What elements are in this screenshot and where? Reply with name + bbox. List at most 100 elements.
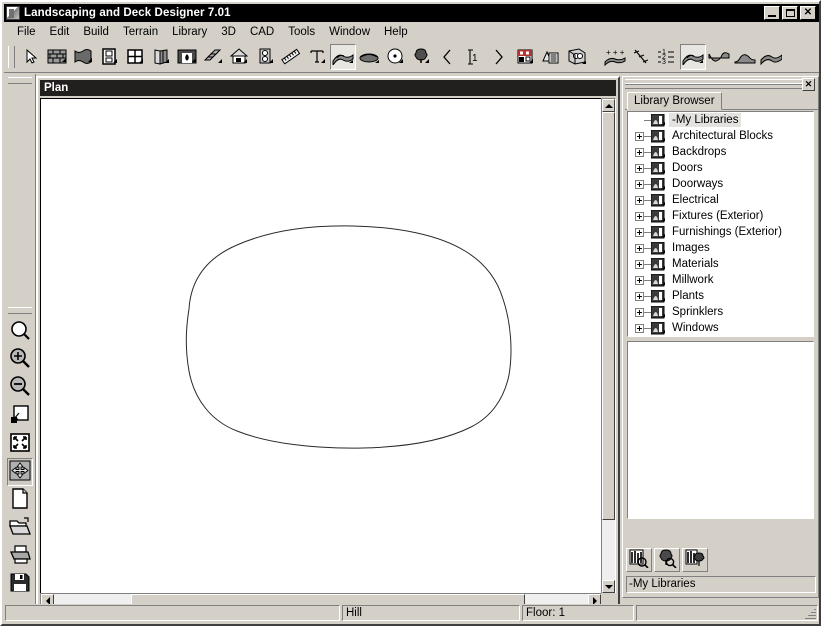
window-tool[interactable] <box>122 43 148 70</box>
expand-plus-icon[interactable] <box>635 227 644 237</box>
plant-finder-button[interactable] <box>654 548 680 572</box>
terrain-hill-tool[interactable] <box>732 43 758 70</box>
menu-item-terrain[interactable]: Terrain <box>116 24 165 40</box>
menu-item-help[interactable]: Help <box>377 24 415 40</box>
cross-section-button[interactable] <box>538 43 564 70</box>
tree-item-images[interactable]: Images <box>628 240 813 256</box>
select-tool[interactable] <box>18 43 44 70</box>
expand-plus-icon[interactable] <box>635 291 644 301</box>
tree-item-backdrops[interactable]: Backdrops <box>628 144 813 160</box>
pan-tool[interactable] <box>6 458 33 486</box>
library-preview-pane[interactable] <box>627 341 814 519</box>
expand-plus-icon[interactable] <box>635 131 644 141</box>
electrical-tool[interactable] <box>252 43 278 70</box>
terrain-ridge-tool[interactable] <box>758 43 784 70</box>
library-panel-grip[interactable] <box>625 79 802 89</box>
expand-plus-icon[interactable] <box>635 243 644 253</box>
railing-tool[interactable] <box>70 43 96 70</box>
left-toolbar-grip-top[interactable] <box>7 77 32 84</box>
door-tool[interactable] <box>96 43 122 70</box>
fill-window-tool[interactable] <box>6 402 33 430</box>
terrain-valley-tool[interactable] <box>706 43 732 70</box>
current-floor-button[interactable]: 1 <box>460 43 486 70</box>
menu-item-3d[interactable]: 3D <box>214 24 243 40</box>
zoom-out-tool[interactable] <box>6 374 33 402</box>
glass-house-button[interactable] <box>564 43 590 70</box>
zoom-in-tool[interactable] <box>6 346 33 374</box>
expand-plus-icon[interactable] <box>635 275 644 285</box>
tree-item-windows[interactable]: Windows <box>628 320 813 336</box>
expand-plus-icon[interactable] <box>635 147 644 157</box>
terrain-elevation-points-tool[interactable]: + + + <box>602 43 628 70</box>
expand-plus-icon[interactable] <box>635 307 644 317</box>
camera-view-button[interactable] <box>512 43 538 70</box>
elevation-region-tool[interactable]: 123 <box>654 43 680 70</box>
library-search-button[interactable] <box>626 548 652 572</box>
vertical-scroll-thumb[interactable] <box>602 112 615 520</box>
scroll-up-button[interactable] <box>602 99 615 112</box>
expand-plus-icon[interactable] <box>635 259 644 269</box>
dimension-tool[interactable] <box>278 43 304 70</box>
library-update-button[interactable] <box>682 548 708 572</box>
plan-canvas[interactable] <box>40 98 602 594</box>
plan-vertical-scrollbar[interactable] <box>601 98 616 594</box>
tree-item-fixtures-exterior[interactable]: Fixtures (Exterior) <box>628 208 813 224</box>
resize-grip-icon[interactable] <box>804 607 816 619</box>
tree-item-electrical[interactable]: Electrical <box>628 192 813 208</box>
app-document-icon <box>6 6 20 20</box>
elevation-line-tool[interactable] <box>628 43 654 70</box>
tree-item-millwork[interactable]: Millwork <box>628 272 813 288</box>
next-floor-button[interactable] <box>486 43 512 70</box>
plant-circle-tool[interactable] <box>382 43 408 70</box>
expand-plus-icon[interactable] <box>635 179 644 189</box>
scroll-down-button[interactable] <box>602 580 615 593</box>
zoom-tool[interactable] <box>6 318 33 346</box>
tree-icon <box>412 47 430 66</box>
tree-item-my-libraries[interactable]: -My Libraries <box>628 112 813 128</box>
plant-tool[interactable] <box>408 43 434 70</box>
maximize-button[interactable] <box>782 6 798 20</box>
tree-item-sprinklers[interactable]: Sprinklers <box>628 304 813 320</box>
stairs-tool[interactable] <box>200 43 226 70</box>
terrain-feature-tool[interactable] <box>356 43 382 70</box>
library-tree[interactable]: -My Libraries Architectural Blocks Backd… <box>627 111 814 337</box>
menu-item-file[interactable]: File <box>10 24 43 40</box>
tree-item-plants[interactable]: Plants <box>628 288 813 304</box>
terrain-perimeter-tool[interactable] <box>330 43 356 70</box>
tree-item-materials[interactable]: Materials <box>628 256 813 272</box>
expand-plus-icon[interactable] <box>635 323 644 333</box>
roof-tool[interactable] <box>226 43 252 70</box>
cabinet-tool[interactable] <box>148 43 174 70</box>
new-plan-button[interactable] <box>6 486 33 514</box>
wall-tool[interactable] <box>44 43 70 70</box>
save-button[interactable] <box>6 570 33 598</box>
tab-library-browser[interactable]: Library Browser <box>627 92 722 110</box>
tree-item-furnishings-exterior[interactable]: Furnishings (Exterior) <box>628 224 813 240</box>
tree-item-doorways[interactable]: Doorways <box>628 176 813 192</box>
expand-plus-icon[interactable] <box>635 163 644 173</box>
zoom-extents-tool[interactable] <box>6 430 33 458</box>
minimize-button[interactable] <box>764 6 780 20</box>
menu-item-build[interactable]: Build <box>76 24 116 40</box>
library-close-button[interactable]: ✕ <box>802 78 815 91</box>
menu-item-tools[interactable]: Tools <box>281 24 322 40</box>
text-tool[interactable] <box>304 43 330 70</box>
left-toolbar-grip[interactable] <box>7 307 32 314</box>
menu-item-cad[interactable]: CAD <box>243 24 281 40</box>
expand-plus-icon[interactable] <box>635 211 644 221</box>
fireplace-tool[interactable] <box>174 43 200 70</box>
open-plan-button[interactable] <box>6 514 33 542</box>
tree-item-doors[interactable]: Doors <box>628 160 813 176</box>
menu-item-edit[interactable]: Edit <box>43 24 77 40</box>
elevation-view-icon <box>516 48 534 66</box>
terrain-perimeter-2-tool[interactable] <box>680 43 706 70</box>
menu-item-library[interactable]: Library <box>165 24 214 40</box>
menu-item-window[interactable]: Window <box>322 24 377 40</box>
close-button[interactable]: ✕ <box>800 6 816 20</box>
previous-floor-button[interactable] <box>434 43 460 70</box>
tree-item-architectural-blocks[interactable]: Architectural Blocks <box>628 128 813 144</box>
terrain-perimeter-outline[interactable] <box>41 99 601 593</box>
expand-plus-icon[interactable] <box>635 195 644 205</box>
toolbar-grip[interactable] <box>8 45 15 68</box>
print-button[interactable] <box>6 542 33 570</box>
